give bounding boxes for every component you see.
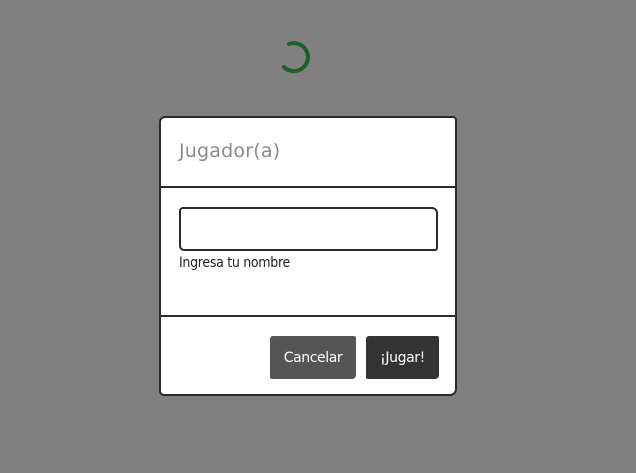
play-button[interactable]: ¡Jugar! — [366, 336, 439, 379]
dialog-body: Ingresa tu nombre — [161, 188, 455, 317]
dialog-footer: Cancelar ¡Jugar! — [161, 317, 455, 394]
dialog-header: Jugador(a) — [161, 118, 455, 188]
cancel-button[interactable]: Cancelar — [270, 336, 356, 379]
player-name-hint: Ingresa tu nombre — [179, 255, 290, 271]
player-name-dialog: Jugador(a) Ingresa tu nombre Cancelar ¡J… — [159, 116, 457, 396]
player-name-input[interactable] — [179, 207, 438, 251]
loading-spinner-icon — [277, 39, 313, 75]
dialog-title: Jugador(a) — [179, 140, 281, 162]
